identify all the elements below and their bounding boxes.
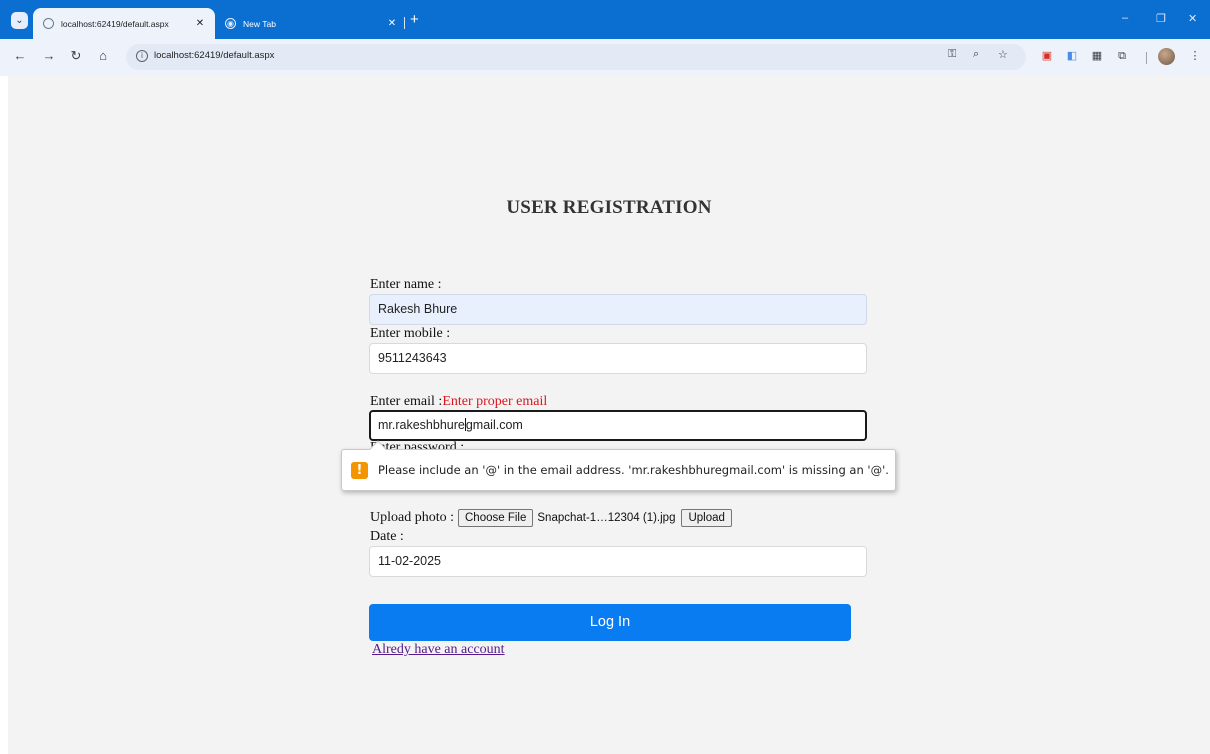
avatar[interactable] [1158, 48, 1175, 65]
name-label: Enter name : [370, 277, 442, 292]
puzzle-icon[interactable]: ⧉ [1115, 49, 1129, 63]
close-icon[interactable]: ✕ [193, 18, 207, 29]
tab-strip: ⌄ localhost:62419/default.aspx ✕ ◉ New T… [0, 0, 1210, 39]
mobile-label: Enter mobile : [370, 326, 451, 341]
page-content: USER REGISTRATION Enter name : Rakesh Bh… [8, 76, 1210, 754]
screenshot-extension-icon[interactable]: ▣ [1040, 49, 1054, 63]
chrome-icon: ◉ [225, 18, 236, 29]
account-link[interactable]: Alredy have an account [372, 642, 505, 658]
warning-icon: ! [351, 461, 368, 479]
globe-icon [43, 18, 54, 29]
info-icon[interactable]: i [136, 50, 148, 62]
file-name-text: Snapchat-1…12304 (1).jpg [537, 512, 676, 524]
tab-separator [404, 17, 405, 29]
email-label: Enter email : [370, 394, 443, 409]
name-field[interactable]: Rakesh Bhure [369, 294, 867, 325]
page-title: USER REGISTRATION [506, 197, 712, 218]
validation-tooltip: ! Please include an '@' in the email add… [341, 440, 896, 491]
upload-row: Upload photo : Choose File Snapchat-1…12… [370, 509, 732, 527]
upload-label: Upload photo : [370, 510, 454, 525]
choose-file-button[interactable]: Choose File [458, 509, 534, 527]
tab-new-tab[interactable]: ◉ New Tab ✕ [216, 8, 399, 39]
email-field[interactable]: mr.rakeshbhuregmail.com [369, 410, 867, 441]
close-window-button[interactable]: ✕ [1188, 12, 1197, 25]
toolbar-divider [1146, 52, 1147, 64]
zoom-icon[interactable]: ⌕ [973, 48, 979, 61]
email-value-start: mr.rakeshbhure [378, 418, 465, 432]
email-label-row: Enter email :Enter proper email [370, 394, 547, 410]
address-bar[interactable]: i localhost:62419/default.aspx ⚿ ⌕ ☆ [126, 44, 1026, 70]
home-icon[interactable]: ⌂ [95, 48, 111, 63]
kebab-menu-icon[interactable]: ⋮ [1188, 49, 1202, 63]
mobile-field[interactable]: 9511243643 [369, 343, 867, 374]
date-field[interactable]: 11-02-2025 [369, 546, 867, 577]
tab-localhost[interactable]: localhost:62419/default.aspx ✕ [33, 8, 215, 39]
star-icon[interactable]: ☆ [998, 48, 1008, 61]
close-icon[interactable]: ✕ [385, 18, 399, 29]
tab-title: New Tab [243, 18, 276, 29]
new-tab-button[interactable]: + [410, 11, 419, 28]
extension-icon[interactable]: ▦ [1090, 49, 1104, 63]
restore-button[interactable]: ❐ [1156, 12, 1166, 25]
tooltip-message: Please include an '@' in the email addre… [378, 463, 889, 477]
back-arrow-icon[interactable]: ← [12, 48, 28, 63]
date-label: Date : [370, 529, 404, 544]
email-error-text: Enter proper email [442, 394, 548, 409]
translate-extension-icon[interactable]: ◧ [1065, 49, 1079, 63]
email-value-end: gmail.com [465, 418, 523, 432]
minimize-button[interactable]: – [1122, 12, 1128, 24]
login-button[interactable]: Log In [369, 604, 851, 641]
url-text[interactable]: localhost:62419/default.aspx [154, 50, 274, 61]
key-icon[interactable]: ⚿ [948, 48, 956, 61]
reload-icon[interactable]: ↻ [68, 48, 84, 64]
browser-toolbar: ← → ↻ ⌂ i localhost:62419/default.aspx ⚿… [0, 39, 1210, 76]
forward-arrow-icon[interactable]: → [41, 48, 57, 63]
upload-button[interactable]: Upload [681, 509, 732, 527]
chevron-down-icon[interactable]: ⌄ [11, 12, 28, 29]
tab-title: localhost:62419/default.aspx [61, 18, 169, 29]
